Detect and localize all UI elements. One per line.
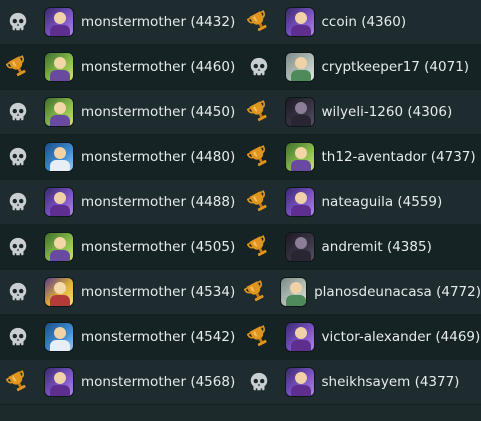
avatar[interactable]: [284, 322, 315, 352]
player-name[interactable]: ccoin (4360): [322, 14, 407, 30]
player-name[interactable]: wilyeli-1260 (4306): [322, 104, 453, 120]
battle-row: monstermother (4450) wilyeli-1260 (4306): [0, 90, 481, 135]
battle-row: monstermother (4505) andremit (4385): [0, 225, 481, 270]
battle-row: monstermother (4480) th12-aventador (4737…: [0, 135, 481, 180]
battle-row: monstermother (4460) cryptkeeper17 (4071): [0, 45, 481, 90]
player-entry[interactable]: monstermother (4488): [0, 180, 241, 224]
trophy-icon: [241, 100, 277, 124]
player-name[interactable]: planosdeunacasa (4772): [314, 284, 481, 300]
trophy-icon: [241, 145, 277, 169]
avatar[interactable]: [284, 52, 315, 82]
trophy-icon: [241, 10, 277, 34]
trophy-icon: [241, 235, 277, 259]
skull-icon: [0, 236, 36, 258]
player-name[interactable]: andremit (4385): [322, 239, 432, 255]
player-entry[interactable]: monstermother (4534): [0, 270, 241, 314]
player-name[interactable]: monstermother (4460): [81, 59, 235, 75]
skull-icon: [0, 11, 36, 33]
skull-icon: [241, 56, 277, 78]
player-entry[interactable]: monstermother (4568): [0, 360, 241, 404]
battle-row: monstermother (4568) sheikhsayem (4377): [0, 360, 481, 405]
player-name[interactable]: victor-alexander (4469): [322, 329, 481, 345]
player-name[interactable]: th12-aventador (4737): [322, 149, 476, 165]
player-name[interactable]: monstermother (4568): [81, 374, 235, 390]
player-entry[interactable]: monstermother (4542): [0, 315, 241, 359]
opponent-entry[interactable]: cryptkeeper17 (4071): [241, 45, 481, 89]
avatar[interactable]: [284, 187, 315, 217]
skull-icon: [241, 371, 277, 393]
avatar[interactable]: [284, 7, 315, 37]
avatar[interactable]: [44, 277, 74, 307]
trophy-icon: [241, 280, 273, 304]
opponent-entry[interactable]: wilyeli-1260 (4306): [241, 90, 481, 134]
avatar[interactable]: [44, 142, 74, 172]
player-entry[interactable]: monstermother (4460): [0, 45, 241, 89]
player-name[interactable]: monstermother (4505): [81, 239, 235, 255]
avatar[interactable]: [44, 97, 74, 127]
opponent-entry[interactable]: sheikhsayem (4377): [241, 360, 481, 404]
player-name[interactable]: cryptkeeper17 (4071): [322, 59, 470, 75]
battle-row: monstermother (4488) nateaguila (4559): [0, 180, 481, 225]
trophy-icon: [241, 325, 277, 349]
skull-icon: [0, 191, 36, 213]
trophy-icon: [241, 190, 277, 214]
opponent-entry[interactable]: planosdeunacasa (4772): [241, 270, 481, 314]
player-entry[interactable]: monstermother (4432): [0, 0, 241, 44]
player-name[interactable]: monstermother (4542): [81, 329, 235, 345]
opponent-entry[interactable]: ccoin (4360): [241, 0, 481, 44]
skull-icon: [0, 281, 36, 303]
player-name[interactable]: monstermother (4450): [81, 104, 235, 120]
opponent-entry[interactable]: victor-alexander (4469): [241, 315, 481, 359]
avatar[interactable]: [44, 187, 74, 217]
player-entry[interactable]: monstermother (4480): [0, 135, 241, 179]
avatar[interactable]: [44, 7, 74, 37]
skull-icon: [0, 101, 36, 123]
player-name[interactable]: monstermother (4488): [81, 194, 235, 210]
battle-row: monstermother (4542) victor-alexander (44…: [0, 315, 481, 360]
opponent-entry[interactable]: nateaguila (4559): [241, 180, 481, 224]
avatar[interactable]: [44, 322, 74, 352]
avatar[interactable]: [280, 277, 308, 307]
player-name[interactable]: sheikhsayem (4377): [322, 374, 460, 390]
battle-history-list: monstermother (4432) ccoin (4360) monsterm…: [0, 0, 481, 405]
battle-row: monstermother (4534) planosdeunacasa (477…: [0, 270, 481, 315]
avatar[interactable]: [44, 52, 74, 82]
trophy-icon: [0, 55, 36, 79]
player-name[interactable]: monstermother (4480): [81, 149, 235, 165]
player-name[interactable]: monstermother (4534): [81, 284, 235, 300]
player-name[interactable]: nateaguila (4559): [322, 194, 443, 210]
player-name[interactable]: monstermother (4432): [81, 14, 235, 30]
skull-icon: [0, 146, 36, 168]
player-entry[interactable]: monstermother (4505): [0, 225, 241, 269]
avatar[interactable]: [284, 232, 315, 262]
avatar[interactable]: [284, 97, 315, 127]
player-entry[interactable]: monstermother (4450): [0, 90, 241, 134]
skull-icon: [0, 326, 36, 348]
avatar[interactable]: [284, 367, 315, 397]
opponent-entry[interactable]: andremit (4385): [241, 225, 481, 269]
battle-row: monstermother (4432) ccoin (4360): [0, 0, 481, 45]
opponent-entry[interactable]: th12-aventador (4737): [241, 135, 481, 179]
avatar[interactable]: [44, 367, 74, 397]
avatar[interactable]: [284, 142, 315, 172]
trophy-icon: [0, 370, 36, 394]
avatar[interactable]: [44, 232, 74, 262]
